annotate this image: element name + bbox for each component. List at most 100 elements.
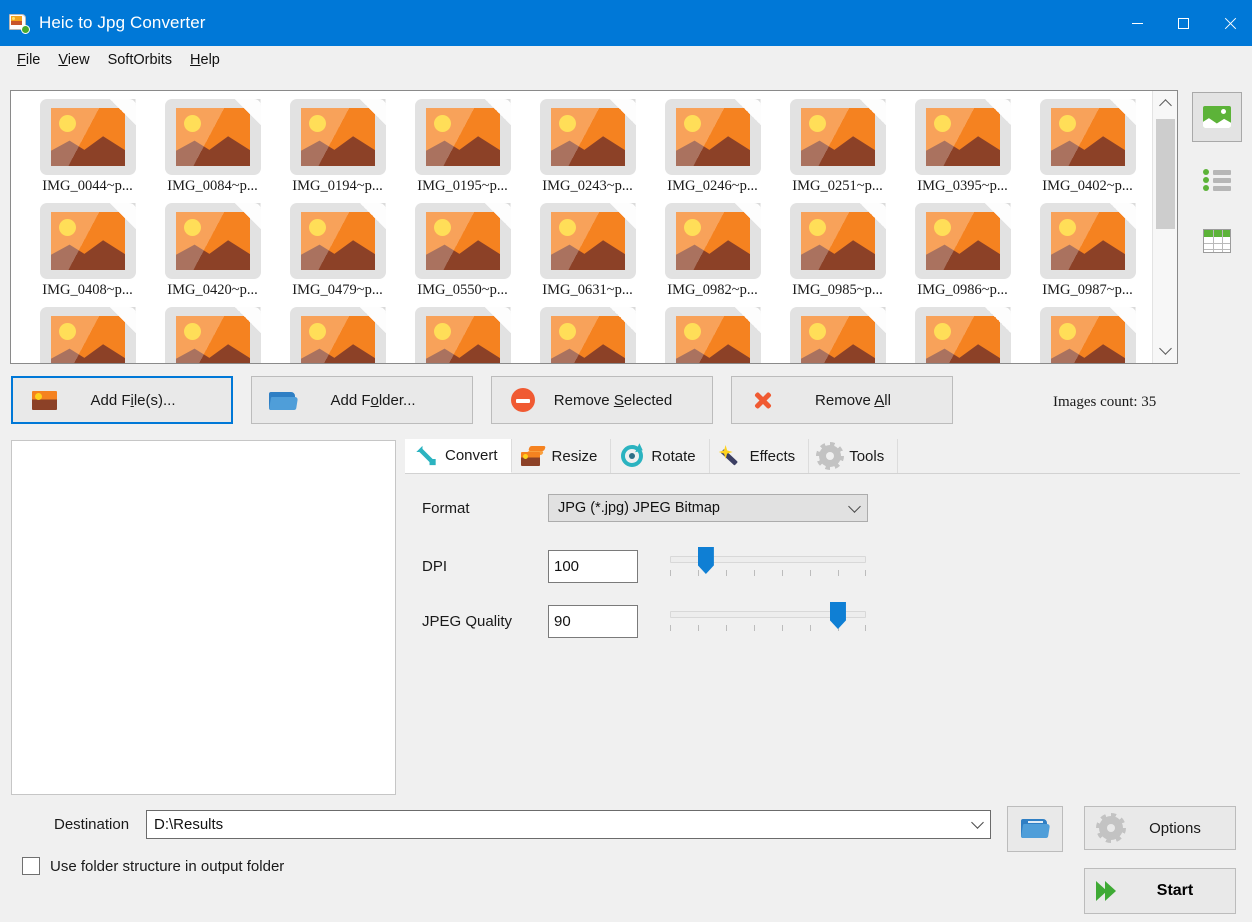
scroll-up-button[interactable] bbox=[1153, 91, 1178, 116]
view-mode-list[interactable] bbox=[1192, 154, 1242, 204]
maximize-button[interactable] bbox=[1160, 0, 1206, 46]
tab-resize[interactable]: Resize bbox=[512, 439, 612, 473]
use-folder-structure-row[interactable]: Use folder structure in output folder bbox=[22, 857, 284, 875]
thumbnail-label: IMG_0251~p... bbox=[792, 178, 882, 195]
thumbnail-item[interactable]: IMG_0251~p... bbox=[775, 99, 900, 195]
thumbnail-item[interactable] bbox=[25, 307, 150, 364]
options-button[interactable]: Options bbox=[1084, 806, 1236, 850]
thumbnail-item[interactable]: IMG_0194~p... bbox=[275, 99, 400, 195]
thumbnail-item[interactable] bbox=[775, 307, 900, 364]
thumbnail-item[interactable]: IMG_0982~p... bbox=[650, 203, 775, 299]
add-files-label: Add File(s)... bbox=[61, 392, 231, 409]
add-files-button[interactable]: Add File(s)... bbox=[11, 376, 233, 424]
image-placeholder-icon bbox=[790, 307, 886, 364]
start-button[interactable]: Start bbox=[1084, 868, 1236, 914]
tab-tools[interactable]: Tools bbox=[809, 439, 898, 473]
menu-help[interactable]: Help bbox=[181, 49, 229, 71]
view-mode-details[interactable] bbox=[1192, 216, 1242, 266]
thumbnail-item[interactable]: IMG_0420~p... bbox=[150, 203, 275, 299]
image-placeholder-icon bbox=[165, 203, 261, 279]
format-select[interactable]: JPG (*.jpg) JPEG Bitmap bbox=[548, 494, 868, 522]
close-icon bbox=[1223, 17, 1236, 30]
thumbnail-item[interactable]: IMG_0479~p... bbox=[275, 203, 400, 299]
dpi-input[interactable]: 100 bbox=[548, 550, 638, 583]
image-placeholder-icon bbox=[415, 307, 511, 364]
tab-convert[interactable]: Convert bbox=[405, 439, 512, 473]
thumbnail-item[interactable] bbox=[275, 307, 400, 364]
thumbnail-item[interactable]: IMG_0631~p... bbox=[525, 203, 650, 299]
scroll-down-button[interactable] bbox=[1153, 338, 1178, 363]
green-double-arrow-icon bbox=[1091, 881, 1131, 901]
browse-destination-button[interactable] bbox=[1007, 806, 1063, 852]
thumbnail-item[interactable]: IMG_0985~p... bbox=[775, 203, 900, 299]
image-list-scrollbar[interactable] bbox=[1152, 91, 1177, 363]
thumbnail-item[interactable] bbox=[150, 307, 275, 364]
image-placeholder-icon bbox=[40, 307, 136, 364]
thumbnail-label: IMG_0987~p... bbox=[1042, 282, 1132, 299]
menu-view[interactable]: View bbox=[49, 49, 98, 71]
format-label: Format bbox=[422, 500, 548, 517]
add-folder-label: Add Folder... bbox=[300, 392, 472, 409]
image-placeholder-icon bbox=[415, 99, 511, 175]
image-placeholder-icon bbox=[665, 99, 761, 175]
menu-bar: File View SoftOrbits Help bbox=[0, 46, 1252, 74]
thumbnail-grid[interactable]: IMG_0044~p...IMG_0084~p...IMG_0194~p...I… bbox=[11, 91, 1151, 364]
thumbnail-item[interactable]: IMG_0987~p... bbox=[1025, 203, 1150, 299]
tab-rotate[interactable]: Rotate bbox=[611, 439, 709, 473]
thumbnail-item[interactable] bbox=[650, 307, 775, 364]
tab-effects-label: Effects bbox=[750, 448, 796, 465]
thumbnail-item[interactable]: IMG_0246~p... bbox=[650, 99, 775, 195]
add-folder-button[interactable]: Add Folder... bbox=[251, 376, 473, 424]
thumbnail-item[interactable]: IMG_0395~p... bbox=[900, 99, 1025, 195]
destination-input[interactable]: D:\Results bbox=[146, 810, 991, 839]
thumbnail-item[interactable]: IMG_0550~p... bbox=[400, 203, 525, 299]
image-placeholder-icon bbox=[1040, 99, 1136, 175]
image-list[interactable]: IMG_0044~p...IMG_0084~p...IMG_0194~p...I… bbox=[10, 90, 1178, 364]
thumbnail-item[interactable]: IMG_0408~p... bbox=[25, 203, 150, 299]
thumbnail-label: IMG_0420~p... bbox=[167, 282, 257, 299]
thumbnail-label: IMG_0402~p... bbox=[1042, 178, 1132, 195]
thumbnail-label: IMG_0243~p... bbox=[542, 178, 632, 195]
use-folder-structure-checkbox[interactable] bbox=[22, 857, 40, 875]
app-icon bbox=[9, 13, 29, 33]
thumbnail-label: IMG_0195~p... bbox=[417, 178, 507, 195]
scrollbar-thumb[interactable] bbox=[1156, 119, 1175, 229]
remove-all-button[interactable]: Remove All bbox=[731, 376, 953, 424]
thumbnail-item[interactable] bbox=[1025, 307, 1150, 364]
list-icon bbox=[1203, 168, 1231, 190]
thumbnail-item[interactable] bbox=[525, 307, 650, 364]
view-mode-thumbnails[interactable] bbox=[1192, 92, 1242, 142]
remove-selected-button[interactable]: Remove Selected bbox=[491, 376, 713, 424]
thumbnail-item[interactable]: IMG_0986~p... bbox=[900, 203, 1025, 299]
thumbnail-item[interactable] bbox=[900, 307, 1025, 364]
thumbnail-label: IMG_0631~p... bbox=[542, 282, 632, 299]
thumbnail-item[interactable]: IMG_0402~p... bbox=[1025, 99, 1150, 195]
thumbnail-item[interactable]: IMG_0044~p... bbox=[25, 99, 150, 195]
red-x-icon bbox=[746, 388, 780, 412]
thumbnail-item[interactable]: IMG_0195~p... bbox=[400, 99, 525, 195]
image-placeholder-icon bbox=[665, 307, 761, 364]
dpi-slider[interactable] bbox=[670, 546, 866, 586]
thumbnail-item[interactable]: IMG_0084~p... bbox=[150, 99, 275, 195]
jpeg-quality-input[interactable]: 90 bbox=[548, 605, 638, 638]
options-label: Options bbox=[1131, 820, 1235, 837]
menu-softorbits[interactable]: SoftOrbits bbox=[99, 49, 181, 71]
chevron-down-icon bbox=[1159, 342, 1172, 355]
image-placeholder-icon bbox=[915, 203, 1011, 279]
format-value: JPG (*.jpg) JPEG Bitmap bbox=[558, 500, 850, 516]
thumbnail-label: IMG_0395~p... bbox=[917, 178, 1007, 195]
convert-arrows-icon bbox=[413, 445, 439, 467]
preview-pane[interactable] bbox=[11, 440, 396, 795]
minimize-button[interactable] bbox=[1114, 0, 1160, 46]
tab-effects[interactable]: Effects bbox=[710, 439, 810, 473]
dpi-label: DPI bbox=[422, 558, 548, 575]
thumbnail-label: IMG_0084~p... bbox=[167, 178, 257, 195]
thumbnail-item[interactable] bbox=[400, 307, 525, 364]
close-button[interactable] bbox=[1206, 0, 1252, 46]
tab-tools-label: Tools bbox=[849, 448, 884, 465]
destination-label: Destination bbox=[54, 816, 129, 833]
jpeg-quality-slider[interactable] bbox=[670, 601, 866, 641]
minimize-icon bbox=[1132, 23, 1143, 24]
menu-file[interactable]: File bbox=[8, 49, 49, 71]
thumbnail-item[interactable]: IMG_0243~p... bbox=[525, 99, 650, 195]
